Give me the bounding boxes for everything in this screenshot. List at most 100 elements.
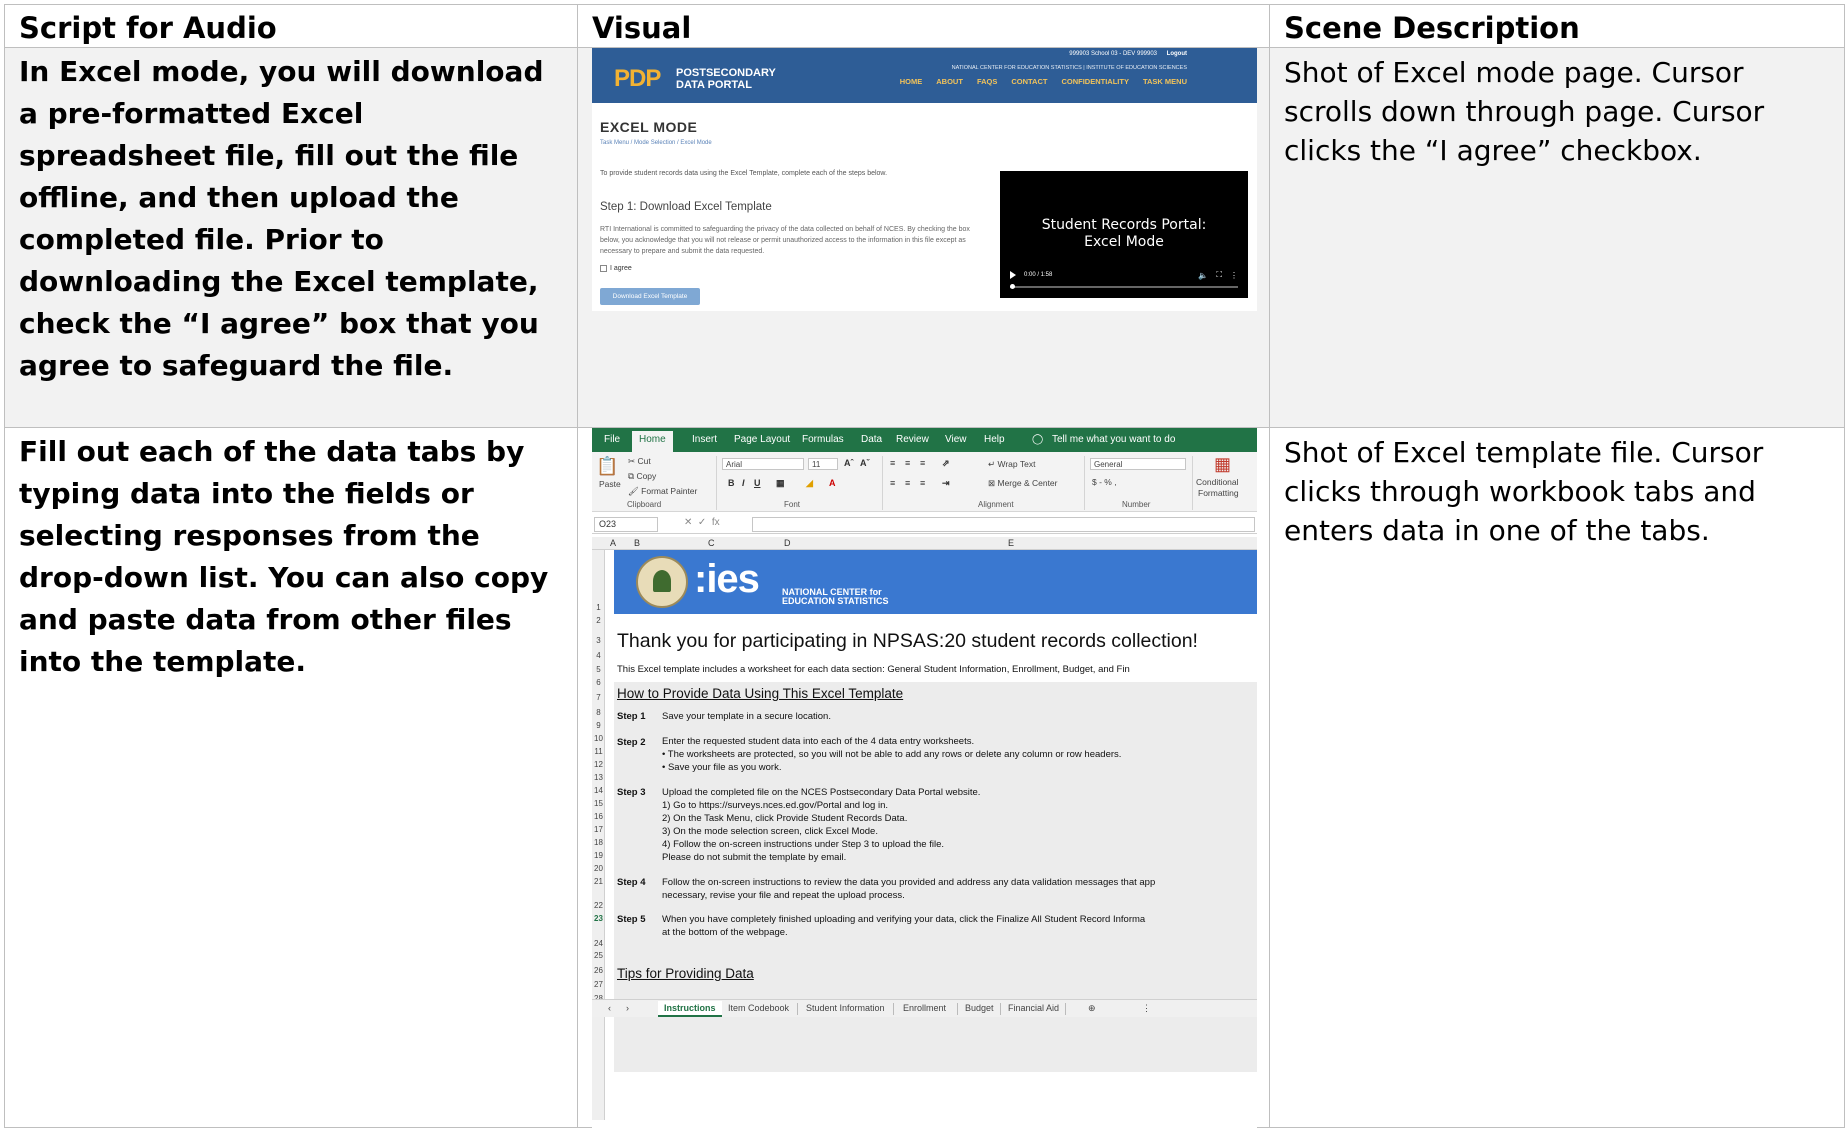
row-header[interactable]: 12: [592, 760, 605, 769]
row-header[interactable]: 8: [592, 708, 605, 717]
row-header[interactable]: 20: [592, 864, 605, 873]
sheet-tab-enrollment[interactable]: Enrollment: [903, 1003, 946, 1013]
bold-icon[interactable]: B: [728, 478, 735, 488]
row-header[interactable]: 21: [592, 877, 605, 886]
tab-file[interactable]: File: [604, 434, 620, 445]
sheet-tab-financial-aid[interactable]: Financial Aid: [1008, 1003, 1059, 1013]
conditional-formatting-icon[interactable]: ▦: [1214, 454, 1231, 475]
row-header[interactable]: 15: [592, 799, 605, 808]
fullscreen-icon[interactable]: ⛶: [1216, 270, 1222, 280]
row-header[interactable]: 25: [592, 951, 605, 960]
number-format-select[interactable]: General: [1090, 458, 1186, 470]
tab-review[interactable]: Review: [896, 434, 929, 445]
sheet-tab-budget[interactable]: Budget: [965, 1003, 994, 1013]
agree-checkbox[interactable]: [600, 265, 607, 272]
fx-icon[interactable]: fx: [712, 517, 720, 528]
row-header[interactable]: 7: [592, 693, 605, 702]
tab-help[interactable]: Help: [984, 434, 1005, 445]
row-header[interactable]: 5: [592, 665, 605, 674]
row-header[interactable]: 1: [592, 603, 605, 612]
merge-center-button[interactable]: ⊠ Merge & Center: [988, 478, 1057, 489]
nav-contact[interactable]: CONTACT: [1011, 77, 1047, 86]
row-header[interactable]: 27: [592, 980, 605, 989]
row-header[interactable]: 10: [592, 734, 605, 743]
row-header[interactable]: 4: [592, 651, 605, 660]
sheet-tab-item-codebook[interactable]: Item Codebook: [728, 1003, 789, 1013]
logout-link[interactable]: Logout: [1167, 51, 1187, 57]
sheet-tab-student-information[interactable]: Student Information: [806, 1003, 885, 1013]
tab-insert[interactable]: Insert: [692, 434, 717, 445]
row-header[interactable]: 26: [592, 966, 605, 975]
copy-button[interactable]: ⧉ Copy: [628, 471, 656, 482]
row-header[interactable]: 11: [592, 747, 605, 756]
scroll-right-icon[interactable]: ›: [626, 1003, 629, 1013]
column-header[interactable]: A: [610, 538, 616, 548]
nav-about[interactable]: ABOUT: [936, 77, 963, 86]
tab-data[interactable]: Data: [861, 434, 882, 445]
align-middle-icon[interactable]: ≡: [905, 458, 910, 468]
font-name-select[interactable]: Arial: [722, 458, 804, 470]
row-header[interactable]: 16: [592, 812, 605, 821]
align-center-icon[interactable]: ≡: [905, 478, 910, 488]
tab-view[interactable]: View: [945, 434, 967, 445]
tab-page-layout[interactable]: Page Layout: [734, 434, 790, 445]
font-color-icon[interactable]: A: [829, 478, 836, 488]
conditional-formatting-label-2[interactable]: Formatting: [1198, 488, 1239, 498]
breadcrumb[interactable]: Task Menu / Mode Selection / Excel Mode: [600, 140, 712, 146]
video-player[interactable]: Student Records Portal: Excel Mode 0:00 …: [1000, 171, 1248, 298]
worksheet-grid[interactable]: :ies NATIONAL CENTER for EDUCATION STATI…: [614, 550, 1257, 1120]
scroll-left-icon[interactable]: ‹: [608, 1003, 611, 1013]
column-header[interactable]: C: [708, 538, 715, 548]
align-right-icon[interactable]: ≡: [920, 478, 925, 488]
row-header[interactable]: 19: [592, 851, 605, 860]
nav-confidentiality[interactable]: CONFIDENTIALITY: [1061, 77, 1129, 86]
add-sheet-icon[interactable]: ⊕: [1088, 1003, 1096, 1014]
row-header[interactable]: 23: [592, 914, 605, 923]
paste-icon[interactable]: 📋: [596, 456, 618, 477]
volume-icon[interactable]: 🔈: [1198, 271, 1208, 280]
align-left-icon[interactable]: ≡: [890, 478, 895, 488]
row-header[interactable]: 3: [592, 636, 605, 645]
column-header[interactable]: B: [634, 538, 640, 548]
tab-home[interactable]: Home: [632, 431, 673, 452]
name-box[interactable]: O23: [594, 517, 658, 532]
row-header[interactable]: 17: [592, 825, 605, 834]
font-grow-icon[interactable]: Aˆ: [844, 458, 854, 468]
row-header[interactable]: 22: [592, 901, 605, 910]
cut-button[interactable]: ✂ Cut: [628, 456, 651, 467]
play-icon[interactable]: [1010, 271, 1016, 279]
font-size-select[interactable]: 11: [808, 458, 838, 470]
column-header[interactable]: E: [1008, 538, 1014, 548]
agree-checkbox-row[interactable]: I agree: [600, 265, 632, 272]
formula-input[interactable]: [752, 517, 1255, 532]
font-shrink-icon[interactable]: Aˇ: [860, 458, 870, 468]
nav-task-menu[interactable]: TASK MENU: [1143, 77, 1187, 86]
conditional-formatting-label-1[interactable]: Conditional: [1196, 477, 1239, 487]
nav-faqs[interactable]: FAQS: [977, 77, 997, 86]
indent-icon[interactable]: ⇥: [942, 478, 950, 489]
fill-color-icon[interactable]: ◢: [806, 478, 813, 489]
orientation-icon[interactable]: ⇗: [942, 458, 950, 469]
borders-icon[interactable]: ▦: [776, 478, 785, 489]
row-header[interactable]: 14: [592, 786, 605, 795]
row-header[interactable]: 13: [592, 773, 605, 782]
column-header[interactable]: D: [784, 538, 791, 548]
row-header[interactable]: 6: [592, 678, 605, 687]
italic-icon[interactable]: I: [742, 478, 745, 488]
nav-home[interactable]: HOME: [900, 77, 923, 86]
row-header[interactable]: 18: [592, 838, 605, 847]
tell-me-box[interactable]: Tell me what you want to do: [1052, 434, 1175, 445]
align-top-icon[interactable]: ≡: [890, 458, 895, 468]
more-options-icon[interactable]: ⋮: [1230, 271, 1238, 280]
video-progress-track[interactable]: [1010, 284, 1238, 289]
tab-scroll-options-icon[interactable]: ⋮: [1142, 1003, 1151, 1014]
paste-button[interactable]: Paste: [599, 479, 621, 489]
sheet-tab-instructions[interactable]: Instructions: [658, 1001, 722, 1017]
download-template-button[interactable]: Download Excel Template: [600, 288, 700, 305]
wrap-text-button[interactable]: ↵ Wrap Text: [988, 459, 1035, 470]
underline-icon[interactable]: U: [754, 478, 761, 488]
row-header[interactable]: 24: [592, 939, 605, 948]
format-painter-button[interactable]: 🖌 Format Painter: [628, 486, 697, 497]
align-bottom-icon[interactable]: ≡: [920, 458, 925, 468]
number-format-buttons[interactable]: $ - % ,: [1092, 477, 1117, 487]
